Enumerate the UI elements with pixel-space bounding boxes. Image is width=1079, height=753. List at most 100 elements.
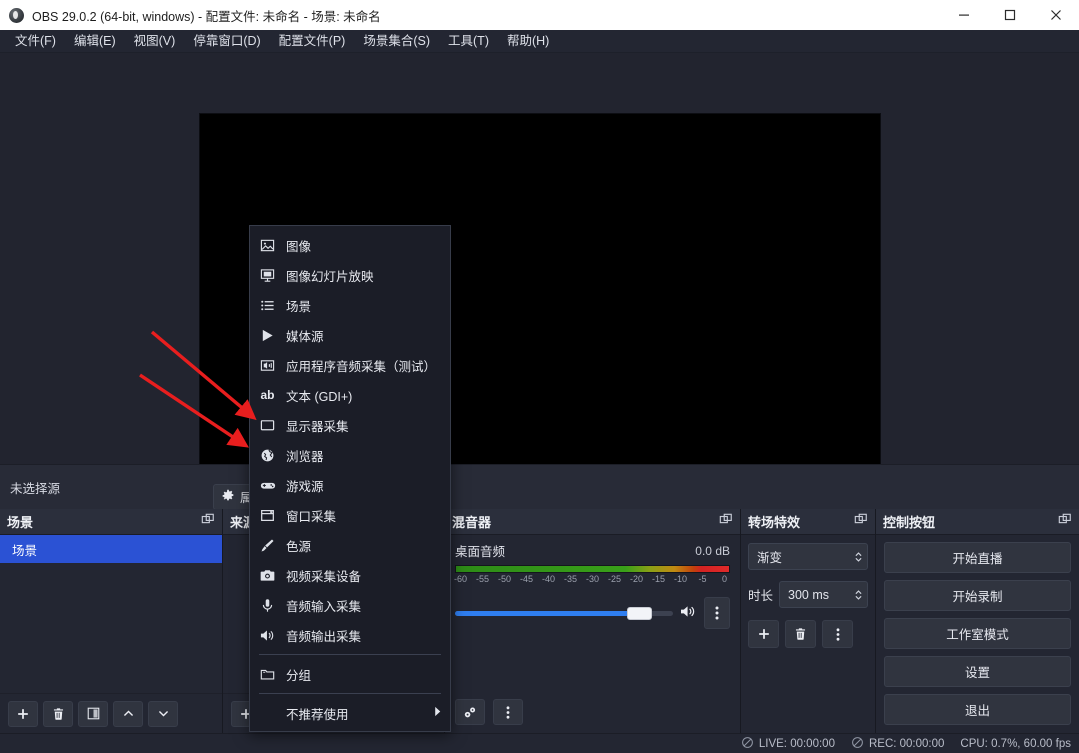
float-dock-icon[interactable] (854, 513, 868, 530)
menu-item-display-capture[interactable]: 显示器采集 (250, 410, 450, 440)
menu-docks[interactable]: 停靠窗口(D) (184, 31, 269, 52)
menu-item-text-gdi[interactable]: ab 文本 (GDI+) (250, 380, 450, 410)
rec-indicator-icon (851, 736, 864, 752)
meter-tick: -35 (563, 574, 578, 584)
meter-tick: -40 (541, 574, 556, 584)
menu-separator (259, 654, 441, 655)
menu-item-media-source[interactable]: 媒体源 (250, 320, 450, 350)
menu-item-audio-input-capture[interactable]: 音频输入采集 (250, 590, 450, 620)
float-dock-icon[interactable] (201, 513, 215, 530)
chevron-right-icon (433, 706, 442, 720)
status-bar: LIVE: 00:00:00 REC: 00:00:00 CPU: 0.7%, … (0, 733, 1079, 753)
add-source-context-menu[interactable]: 图像 图像幻灯片放映 场景 媒体源 应用程序音频采集（测试） ab 文本 (GD… (249, 225, 451, 732)
slideshow-icon (259, 267, 276, 284)
menu-item-label: 视频采集设备 (286, 569, 362, 584)
move-scene-down-button[interactable] (148, 700, 178, 727)
window-icon (259, 507, 276, 524)
menu-item-scene[interactable]: 场景 (250, 290, 450, 320)
transition-properties-button[interactable] (822, 620, 853, 648)
scene-filters-button[interactable] (78, 700, 108, 727)
scenes-toolbar (0, 693, 222, 733)
transition-selected-label: 渐变 (757, 551, 783, 565)
mixer-track-menu-button[interactable] (704, 597, 730, 629)
menu-item-window-capture[interactable]: 窗口采集 (250, 500, 450, 530)
mixer-menu-button[interactable] (493, 699, 523, 725)
meter-tick: -45 (519, 574, 534, 584)
volume-slider[interactable] (455, 603, 673, 623)
chevron-updown-icon[interactable] (850, 588, 863, 602)
live-indicator-icon (741, 736, 754, 752)
menu-item-image[interactable]: 图像 (250, 230, 450, 260)
preview-area[interactable] (0, 53, 1079, 503)
app-audio-icon (259, 357, 276, 374)
studio-mode-button[interactable]: 工作室模式 (884, 618, 1071, 649)
menu-view[interactable]: 视图(V) (125, 31, 185, 52)
menu-separator (259, 693, 441, 694)
duration-label: 时长 (748, 589, 774, 603)
menu-item-label: 图像幻灯片放映 (286, 269, 374, 284)
menu-item-image-slideshow[interactable]: 图像幻灯片放映 (250, 260, 450, 290)
remove-transition-button[interactable] (785, 620, 816, 648)
mixer-toolbar (445, 691, 740, 733)
menu-item-label: 音频输入采集 (286, 599, 362, 614)
cpu-fps-label: CPU: 0.7%, 60.00 fps (960, 737, 1071, 750)
speaker-icon[interactable] (680, 604, 697, 622)
scenes-list[interactable]: 场景 (0, 535, 222, 693)
volume-slider-knob[interactable] (627, 606, 653, 620)
add-scene-button[interactable] (8, 700, 38, 727)
float-dock-icon[interactable] (719, 513, 733, 530)
meter-tick: -5 (698, 574, 707, 584)
float-dock-icon[interactable] (1058, 513, 1072, 530)
menu-scene-collection[interactable]: 场景集合(S) (354, 31, 439, 52)
menu-item-label: 窗口采集 (286, 509, 337, 524)
chevron-updown-icon[interactable] (850, 550, 863, 564)
menu-item-game-capture[interactable]: 游戏源 (250, 470, 450, 500)
title-bar: OBS 29.0.2 (64-bit, windows) - 配置文件: 未命名… (0, 0, 1079, 30)
no-source-label: 未选择源 (10, 481, 61, 496)
mixer-track-name: 桌面音频 (455, 545, 506, 559)
menu-item-group[interactable]: 分组 (250, 659, 450, 689)
menu-item-label: 分组 (286, 668, 312, 683)
rec-timer-label: REC: 00:00:00 (868, 737, 945, 750)
start-recording-button[interactable]: 开始录制 (884, 580, 1071, 611)
menu-edit[interactable]: 编辑(E) (65, 31, 125, 52)
audio-filters-button[interactable] (455, 699, 485, 725)
exit-button[interactable]: 退出 (884, 694, 1071, 725)
menu-item-label: 浏览器 (286, 449, 324, 464)
dock-mixer: 混音器 桌面音频 0.0 dB -60 -55 -50 -45 -40 -35 … (444, 509, 740, 733)
controls-dock-title: 控制按钮 (876, 509, 1079, 535)
settings-button[interactable]: 设置 (884, 656, 1071, 687)
duration-input[interactable]: 300 ms (779, 581, 868, 608)
monitor-icon (259, 417, 276, 434)
maximize-button[interactable] (987, 0, 1033, 30)
dock-transitions: 转场特效 渐变 时长 300 ms (740, 509, 875, 733)
menu-item-deprecated[interactable]: 不推荐使用 (250, 698, 450, 728)
menu-item-video-capture-device[interactable]: 视频采集设备 (250, 560, 450, 590)
close-button[interactable] (1033, 0, 1079, 30)
menu-file[interactable]: 文件(F) (6, 31, 65, 52)
menu-item-color-source[interactable]: 色源 (250, 530, 450, 560)
move-scene-up-button[interactable] (113, 700, 143, 727)
add-transition-button[interactable] (748, 620, 779, 648)
menu-item-label: 色源 (286, 539, 312, 554)
list-item[interactable]: 场景 (0, 535, 222, 563)
menu-item-browser-source[interactable]: 浏览器 (250, 440, 450, 470)
menu-help[interactable]: 帮助(H) (498, 31, 558, 52)
menu-profile[interactable]: 配置文件(P) (270, 31, 355, 52)
browser-globe-icon (259, 447, 276, 464)
menu-item-app-audio-capture[interactable]: 应用程序音频采集（测试） (250, 350, 450, 380)
menu-item-label: 媒体源 (286, 329, 324, 344)
menu-tools[interactable]: 工具(T) (439, 31, 498, 52)
camera-icon (259, 567, 276, 584)
remove-scene-button[interactable] (43, 700, 73, 727)
start-streaming-button[interactable]: 开始直播 (884, 542, 1071, 573)
menu-item-audio-output-capture[interactable]: 音频输出采集 (250, 620, 450, 650)
folder-icon (259, 666, 276, 683)
transition-select[interactable]: 渐变 (748, 543, 868, 570)
minimize-button[interactable] (941, 0, 987, 30)
menu-item-label: 文本 (GDI+) (286, 389, 353, 404)
text-ab-icon: ab (260, 388, 275, 402)
scenes-dock-title: 场景 (0, 509, 222, 535)
transitions-title-label: 转场特效 (748, 515, 801, 530)
meter-tick: 0 (721, 574, 728, 584)
